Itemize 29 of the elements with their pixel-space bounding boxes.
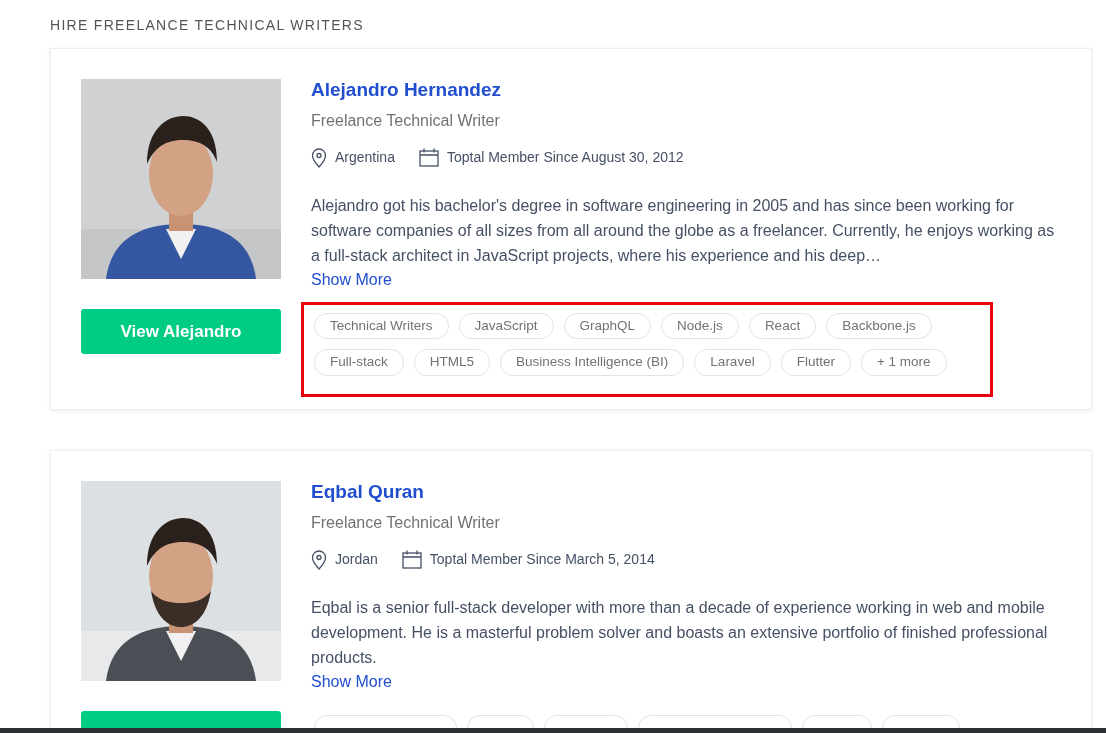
skill-tag: Laravel	[694, 349, 771, 376]
skill-tag: Backbone.js	[826, 313, 932, 340]
skill-tag: React	[748, 313, 817, 340]
profile-role: Freelance Technical Writer	[311, 111, 501, 131]
location-pin-icon	[311, 549, 327, 570]
calendar-icon	[418, 148, 439, 167]
calendar-icon	[401, 550, 422, 569]
profile-bio: Eqbal is a senior full-stack developer with more than a decade of experience working in web and mobile development. He is a masterful problem solver and boasts an extensive portfolio of finished professional products.	[311, 598, 1049, 668]
skill-tag: Full-stack	[314, 349, 404, 376]
member-since-text: Toptal Member Since March 5, 2014	[429, 550, 655, 569]
skill-tag: Flutter	[780, 349, 851, 376]
skill-tag: Business Intelligence (BI)	[500, 349, 685, 376]
skill-tag: Technical Writers	[314, 313, 449, 340]
member-since-text: Toptal Member Since August 30, 2012	[446, 148, 684, 167]
profile-name[interactable]: Eqbal Quran	[311, 481, 1061, 503]
location-text: Argentina	[335, 148, 395, 167]
location-text: Jordan	[335, 550, 378, 569]
profile-name[interactable]: Alejandro Hernandez	[311, 79, 1061, 101]
show-more-link[interactable]: Show More	[311, 268, 392, 292]
skill-tag: JavaScript	[458, 313, 554, 340]
profile-role: Freelance Technical Writer	[311, 513, 501, 533]
show-more-link[interactable]: Show More	[311, 670, 392, 694]
skill-tag: GraphQL	[563, 313, 652, 340]
location-pin-icon	[311, 147, 327, 168]
skill-tag: Node.js	[661, 313, 739, 340]
skill-tag: + 1 more	[860, 349, 947, 376]
profile-bio: Alejandro got his bachelor's degree in software engineering in 2005 and has since been working for software companies of all sizes from all around the globe as a freelancer. Currently, he enjoys working as a full-stack architect in JavaScript projects, where his experience and his deep…	[311, 196, 1056, 266]
skill-tag: HTML5	[413, 349, 491, 376]
section-title: HIRE FREELANCE TECHNICAL WRITERS	[50, 16, 365, 35]
